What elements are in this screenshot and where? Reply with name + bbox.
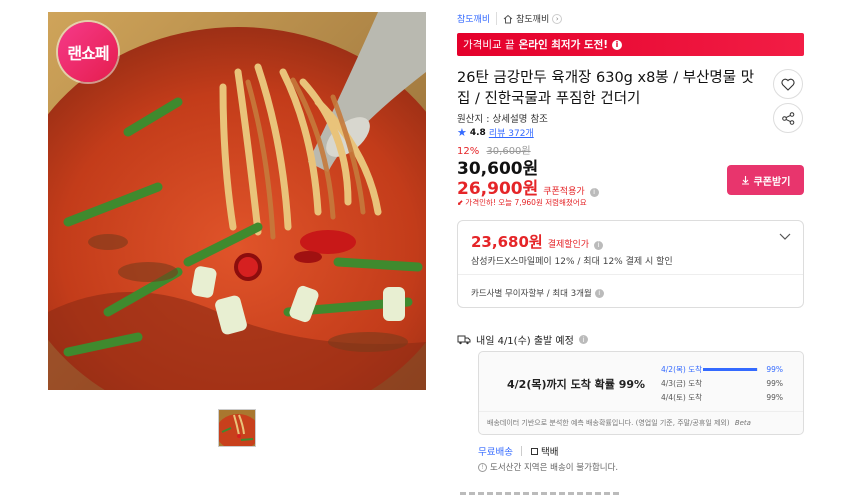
truck-icon [457,335,471,344]
probability-percent: 99% [766,364,783,374]
store-home-label: 참도깨비 [516,15,550,25]
shipping-headline-text: 내일 4/1(수) 출발 예정 [476,336,574,347]
probability-rows: 4/2(목) 도착 99% 4/3(금) 도착 99% 4/4(토) 도착 99… [661,362,787,404]
probability-bar-fill [703,396,757,399]
thumbnail-image [219,410,255,446]
probability-bar [703,396,758,399]
island-notice: ! 도서산간 지역은 배송이 불가합니다. [478,461,618,473]
rating-row: ★ 4.8 리뷰 372개 [457,126,534,139]
share-button[interactable] [773,103,803,133]
down-arrow-icon: ⬋ [457,198,464,207]
island-notice-text: 도서산간 지역은 배송이 불가합니다. [490,463,619,473]
origin-text: 원산지 : 상세설명 참조 [457,114,548,125]
probability-percent: 99% [766,378,783,388]
delivery-type-label: 택배 [540,447,559,458]
shipping-headline: 내일 4/1(수) 출발 예정 i [457,332,588,347]
footnote-text: 배송데이터 기반으로 분석한 예측 배송확률입니다. (영업일 기준, 주말/공… [487,419,730,427]
badge-text: 랜쇼페 [67,44,109,63]
probability-bar [703,382,758,385]
randshop-badge: 랜쇼페 [58,22,118,82]
star-icon: ★ [457,126,467,139]
probability-date: 4/3(금) 도착 [661,378,703,388]
notice-icon: ! [478,462,487,472]
info-icon[interactable]: i [578,335,588,344]
info-icon[interactable]: i [594,288,604,298]
delivery-probability-main: 4/2(목)까지 도착 확률 99% [507,378,646,391]
probability-row: 4/3(금) 도착 99% [661,376,787,390]
divider [479,411,803,412]
wishlist-button[interactable] [773,69,803,99]
store-home-link[interactable]: 참도깨비 › [496,12,563,25]
store-name-link[interactable]: 참도깨비 [457,12,490,25]
review-count-link[interactable]: 리뷰 372개 [489,126,534,139]
probability-date: 4/4(토) 도착 [661,392,703,402]
promo-highlight: 온라인 최저가 도전! [518,39,609,51]
price-drop-note: ⬋ 가격인하! 오늘 7,960원 저렴해졌어요 [457,197,587,208]
parcel-icon [530,447,538,455]
card-discount-price: 23,680원 [471,233,543,251]
beta-label: Beta [734,419,751,427]
rating-value: 4.8 [469,127,486,138]
chevron-right-icon: › [552,13,563,24]
installment-text: 카드사별 무이자할부 / 최대 3개월 [471,289,592,299]
get-coupon-button[interactable]: 쿠폰받기 [727,165,804,195]
probability-percent: 99% [766,392,783,402]
share-icon [781,111,794,125]
delivery-type: 택배 [530,444,558,458]
coupon-price-label: 쿠폰적용가 [543,187,585,197]
card-discount-panel[interactable]: 23,680원 결제할인가 i 삼성카드X스마일페이 12% / 최대 12% … [457,220,804,308]
coupon-price-row: 26,900원 쿠폰적용가 i [457,174,599,199]
divider [520,446,522,456]
info-icon[interactable]: i [594,240,604,250]
delivery-options-row: 무료배송 택배 [478,444,558,458]
probability-bar-fill [703,367,758,371]
lowest-price-banner[interactable]: 가격비교 끝 온라인 최저가 도전! i [457,33,804,56]
thumbnail-1[interactable] [218,409,256,447]
heart-icon [781,78,795,91]
promo-prefix: 가격비교 끝 [463,39,515,51]
installment-row: 카드사별 무이자할부 / 최대 3개월 i [471,287,604,299]
probability-footnote: 배송데이터 기반으로 분석한 예측 배송확률입니다. (영업일 기준, 주말/공… [487,418,797,428]
probability-bar [703,367,758,371]
price-drop-text: 가격인하! 오늘 7,960원 저렴해졌어요 [465,198,587,207]
chevron-down-icon[interactable] [779,233,791,241]
coupon-price: 26,900원 [457,179,539,199]
coupon-button-label: 쿠폰받기 [753,176,791,188]
product-image[interactable]: 랜쇼페 [48,12,426,390]
home-icon [503,14,513,23]
download-icon [741,176,749,185]
free-shipping-label: 무료배송 [478,447,513,458]
store-row: 참도깨비 참도깨비 › [457,12,563,25]
probability-date: 4/2(목) 도착 [661,364,703,374]
probability-row: 4/4(토) 도착 99% [661,390,787,404]
probability-bar-fill [703,382,757,385]
card-discount-desc: 삼성카드X스마일페이 12% / 최대 12% 결제 시 할인 [471,257,673,267]
probability-row: 4/2(목) 도착 99% [661,362,787,376]
product-title: 26탄 금강만두 육개장 630g x8봉 / 부산명물 맛집 / 진한국물과 … [457,70,755,107]
truncated-breadcrumb [60,0,440,6]
delivery-probability-panel: 4/2(목)까지 도착 확률 99% 4/2(목) 도착 99% 4/3(금) … [478,351,804,435]
card-discount-label: 결제할인가 [547,240,590,250]
info-icon: i [612,39,623,50]
divider [458,274,803,275]
info-icon[interactable]: i [589,187,599,197]
